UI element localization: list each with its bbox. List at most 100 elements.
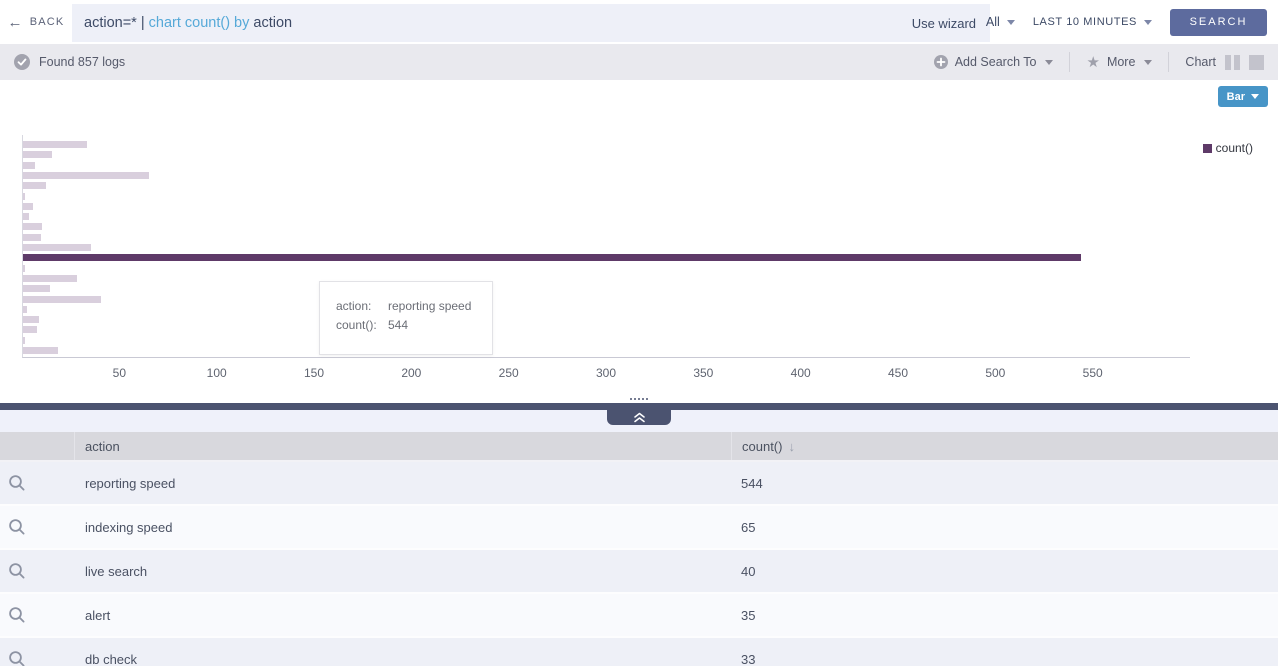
table-row[interactable]: indexing speed 65 xyxy=(0,506,1278,550)
table-header: action count() ↓ xyxy=(0,432,1278,462)
search-query-input[interactable]: action=* | chart count() by action Use w… xyxy=(72,4,990,42)
chevron-down-icon xyxy=(1144,60,1152,65)
bar[interactable] xyxy=(23,306,27,313)
action-cell: db check xyxy=(75,652,731,666)
full-view-icon[interactable] xyxy=(1249,55,1264,70)
search-row-button[interactable] xyxy=(8,518,26,536)
action-cell: alert xyxy=(75,608,731,623)
back-button[interactable]: ← BACK xyxy=(0,15,72,30)
search-row-button[interactable] xyxy=(8,562,26,580)
count-cell: 40 xyxy=(731,550,1278,592)
magnifier-icon xyxy=(8,562,26,580)
action-cell: indexing speed xyxy=(75,520,731,535)
legend-swatch xyxy=(1203,144,1212,153)
chevron-down-icon xyxy=(1045,60,1053,65)
found-logs-status: Found 857 logs xyxy=(39,55,125,69)
plus-circle-icon xyxy=(934,55,948,69)
add-search-to-dropdown[interactable]: Add Search To xyxy=(918,55,1070,69)
scope-dropdown[interactable]: All xyxy=(986,15,1015,29)
bar-highlighted[interactable] xyxy=(23,254,1081,261)
table-body: reporting speed 544 indexing speed 65 li… xyxy=(0,462,1278,666)
count-cell: 33 xyxy=(731,638,1278,666)
more-dropdown[interactable]: ★ More xyxy=(1070,55,1168,70)
x-tick-label: 50 xyxy=(113,366,126,380)
results-toolbar: Found 857 logs Add Search To ★ More Char… xyxy=(0,44,1278,80)
collapse-chart-button[interactable] xyxy=(607,410,671,425)
chart-view-label: Chart xyxy=(1185,55,1216,69)
bar[interactable] xyxy=(23,141,87,148)
bar[interactable] xyxy=(23,223,42,230)
bar[interactable] xyxy=(23,193,25,200)
action-cell: live search xyxy=(75,564,731,579)
bar[interactable] xyxy=(23,326,37,333)
bar[interactable] xyxy=(23,151,52,158)
magnifier-icon xyxy=(8,474,26,492)
action-column-header[interactable]: action xyxy=(75,432,731,460)
search-row-button[interactable] xyxy=(8,606,26,624)
bar[interactable] xyxy=(23,203,33,210)
panel-splitter[interactable] xyxy=(0,403,1278,410)
plot-area xyxy=(22,135,1190,358)
bar[interactable] xyxy=(23,296,101,303)
chart-tooltip: action:reporting speed count():544 xyxy=(319,281,493,355)
search-row-button[interactable] xyxy=(8,474,26,492)
chevron-down-icon xyxy=(1007,20,1015,25)
star-icon: ★ xyxy=(1086,55,1099,70)
x-tick-label: 150 xyxy=(304,366,324,380)
x-tick-label: 400 xyxy=(791,366,811,380)
back-arrow-icon: ← xyxy=(8,15,24,30)
chevron-down-icon xyxy=(1144,20,1152,25)
double-chevron-up-icon xyxy=(633,412,646,423)
x-tick-label: 200 xyxy=(401,366,421,380)
table-row[interactable]: db check 33 xyxy=(0,638,1278,666)
bar[interactable] xyxy=(23,265,25,272)
x-tick-label: 250 xyxy=(499,366,519,380)
magnifier-icon xyxy=(8,518,26,536)
magnifier-icon xyxy=(8,650,26,666)
split-view-icon[interactable] xyxy=(1225,55,1240,70)
bar[interactable] xyxy=(23,182,46,189)
count-column-header[interactable]: count() ↓ xyxy=(731,432,1278,460)
top-search-bar: ← BACK action=* | chart count() by actio… xyxy=(0,0,1278,44)
topbar-right-controls: All LAST 10 MINUTES SEARCH xyxy=(986,0,1278,44)
x-tick-label: 450 xyxy=(888,366,908,380)
grip-dots-icon xyxy=(630,398,648,400)
count-cell: 65 xyxy=(731,506,1278,548)
bar[interactable] xyxy=(23,172,149,179)
chart-panel: Bar count() 5010015020025030035040045050… xyxy=(0,80,1278,403)
x-axis-ticks: 50 100 150 200 250 300 350 400 450 500 550 xyxy=(22,366,1190,382)
bar[interactable] xyxy=(23,244,91,251)
table-row[interactable]: live search 40 xyxy=(0,550,1278,594)
table-row[interactable]: reporting speed 544 xyxy=(0,462,1278,506)
bar[interactable] xyxy=(23,337,25,344)
search-row-button[interactable] xyxy=(8,650,26,666)
count-cell: 544 xyxy=(731,462,1278,504)
x-tick-label: 350 xyxy=(693,366,713,380)
x-tick-label: 550 xyxy=(1083,366,1103,380)
magnifier-icon xyxy=(8,606,26,624)
use-wizard-link[interactable]: Use wizard xyxy=(912,16,976,31)
bar[interactable] xyxy=(23,285,50,292)
bar[interactable] xyxy=(23,347,58,354)
x-tick-label: 500 xyxy=(985,366,1005,380)
search-query-text: action=* | chart count() by action xyxy=(84,15,292,31)
bar[interactable] xyxy=(23,316,39,323)
check-circle-icon xyxy=(14,54,30,70)
action-cell: reporting speed xyxy=(75,476,731,491)
sort-desc-icon: ↓ xyxy=(788,439,795,454)
x-tick-label: 100 xyxy=(207,366,227,380)
bar[interactable] xyxy=(23,213,29,220)
search-button[interactable]: SEARCH xyxy=(1170,9,1267,36)
bar[interactable] xyxy=(23,275,77,282)
time-range-dropdown[interactable]: LAST 10 MINUTES xyxy=(1033,16,1152,28)
count-cell: 35 xyxy=(731,594,1278,636)
back-label: BACK xyxy=(30,16,65,28)
x-tick-label: 300 xyxy=(596,366,616,380)
legend-label: count() xyxy=(1216,141,1253,155)
table-row[interactable]: alert 35 xyxy=(0,594,1278,638)
chevron-down-icon xyxy=(1251,94,1259,99)
bar[interactable] xyxy=(23,162,35,169)
chart-type-dropdown[interactable]: Bar xyxy=(1218,86,1268,107)
icon-column-header xyxy=(0,432,75,460)
bar[interactable] xyxy=(23,234,41,241)
